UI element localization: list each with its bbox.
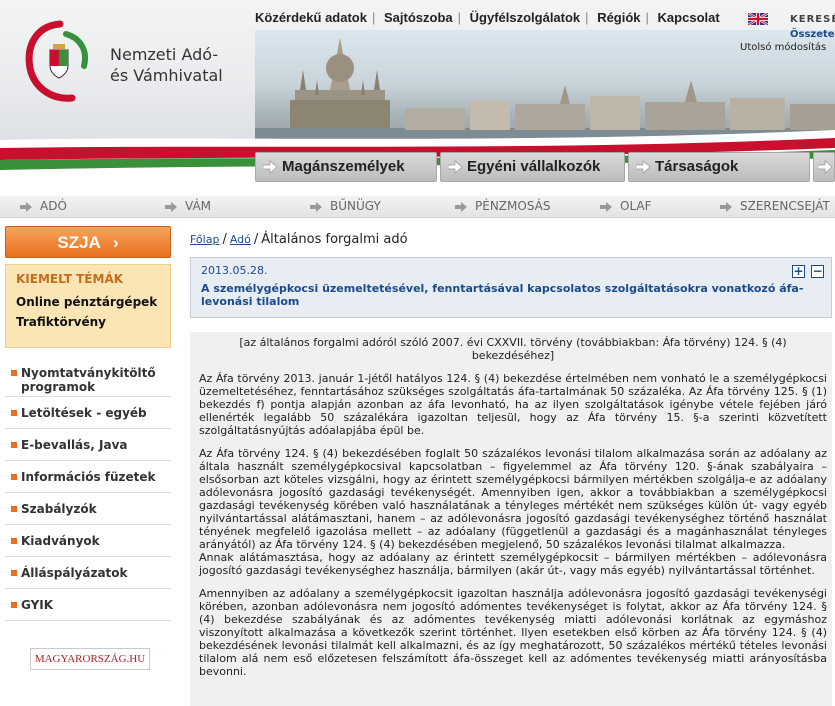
topnav-regiok[interactable]: Régiók [597, 10, 640, 25]
subnav-szerencsejatek[interactable]: SZERENCSEJÁT [720, 199, 830, 213]
tab-egyeni-vallalkozok-label: Egyéni vállalkozók [467, 158, 601, 175]
english-flag-icon[interactable] [748, 13, 768, 25]
article-header-box: 2013.05.28. A személygépkocsi üzemelteté… [190, 257, 832, 318]
arrow-right-icon [818, 160, 832, 174]
bullet-icon [11, 370, 17, 376]
bullet-icon [11, 442, 17, 448]
sidebar-item-gyik[interactable]: GYIK [5, 589, 171, 621]
breadcrumb-ado[interactable]: Adó [230, 233, 251, 246]
bullet-icon [11, 474, 17, 480]
collapse-icon[interactable]: − [811, 265, 824, 278]
arrow-right-icon [600, 202, 612, 212]
sidebar-item-label: Nyomtatványkitöltő programok [21, 366, 156, 394]
subnav-penzmosas[interactable]: PÉNZMOSÁS [455, 199, 550, 213]
bullet-icon [11, 538, 17, 544]
sidebar-item-label: Szabályzók [21, 502, 97, 516]
arrow-right-icon [165, 202, 177, 212]
search-label: KERESÉ [790, 14, 835, 25]
arrow-right-icon [455, 202, 467, 212]
chevron-right-icon: › [112, 233, 119, 252]
article-date: 2013.05.28. [201, 264, 268, 277]
subnav-olaf[interactable]: OLAF [600, 199, 652, 213]
tab-tarsasagok-label: Társaságok [655, 158, 739, 175]
featured-topics-title: KIEMELT TÉMÁK [16, 272, 124, 286]
arrow-right-icon [720, 202, 732, 212]
tab-maganszemelyek[interactable]: Magánszemélyek [255, 152, 437, 182]
bullet-icon [11, 506, 17, 512]
expand-icon[interactable]: + [792, 265, 805, 278]
arrow-right-icon [636, 160, 650, 174]
sidebar-links: Nyomtatványkitöltő programok Letöltések … [5, 362, 171, 621]
arrow-right-icon [263, 160, 277, 174]
topnav-kozerdeku[interactable]: Közérdekű adatok [255, 10, 367, 25]
featured-link-trafiktorveny[interactable]: Trafiktörvény [16, 315, 170, 329]
article-paragraph: Amennyiben az adóalany a személygépkocsi… [199, 587, 827, 678]
breadcrumb: Főlap / Adó / Általános forgalmi adó [190, 232, 408, 247]
tab-tarsasagok[interactable]: Társaságok [628, 152, 810, 182]
tab-egyeni-vallalkozok[interactable]: Egyéni vállalkozók [440, 152, 625, 182]
sidebar-item-nyomtatvanykitolto[interactable]: Nyomtatványkitöltő programok [5, 362, 171, 397]
subnav-penzmosas-label: PÉNZMOSÁS [475, 199, 551, 213]
sidebar-item-e-bevallas[interactable]: E-bevallás, Java [5, 429, 171, 461]
tab-maganszemelyek-label: Magánszemélyek [282, 158, 405, 175]
bullet-icon [11, 570, 17, 576]
topnav-sajtoszoba[interactable]: Sajtószoba [384, 10, 453, 25]
subnav-ado[interactable]: ADÓ [20, 199, 67, 213]
breadcrumb-current: Általános forgalmi adó [261, 232, 408, 247]
sidebar-item-letoltesek[interactable]: Letöltések - egyéb [5, 397, 171, 429]
arrow-right-icon [310, 202, 322, 212]
subnav-vam[interactable]: VÁM [165, 199, 211, 213]
tab-more[interactable] [813, 152, 835, 182]
subnav-bunugy-label: BŰNÜGY [330, 199, 381, 213]
article-paragraph: Annak alátámasztása, hogy az adóalany az… [199, 551, 827, 577]
sidebar-item-label: Álláspályázatok [21, 566, 128, 580]
nav-logo-icon[interactable] [22, 20, 97, 105]
arrow-right-icon [448, 160, 462, 174]
bullet-icon [11, 410, 17, 416]
sidebar-item-label: Kiadványok [21, 534, 100, 548]
article-body: [az általános forgalmi adóról szóló 2007… [190, 332, 832, 706]
subnav-olaf-label: OLAF [620, 199, 652, 213]
org-name-line1: Nemzeti Adó- [110, 45, 219, 64]
subnav-szerencsejatek-label: SZERENCSEJÁT [740, 199, 830, 213]
subnav-vam-label: VÁM [185, 199, 212, 213]
subnav-bunugy[interactable]: BŰNÜGY [310, 199, 381, 213]
article-paragraph: Az Áfa törvény 124. § (4) bekezdésében f… [199, 447, 827, 551]
topnav-kapcsolat[interactable]: Kapcsolat [658, 10, 720, 25]
featured-link-online-penztargepek[interactable]: Online pénztárgépek [16, 295, 170, 309]
featured-topics-box: KIEMELT TÉMÁK Online pénztárgépek Trafik… [5, 264, 171, 348]
szja-button[interactable]: SZJA › [5, 226, 171, 258]
sidebar-item-szabalyzok[interactable]: Szabályzók [5, 493, 171, 525]
breadcrumb-home[interactable]: Főlap [190, 233, 219, 246]
bullet-icon [11, 602, 17, 608]
article-title: A személygépkocsi üzemeltetésével, fennt… [201, 282, 804, 308]
topnav-ugyfelszolgalatok[interactable]: Ügyfélszolgálatok [470, 10, 581, 25]
szja-label: SZJA [57, 233, 101, 252]
sidebar-item-informacios-fuzetek[interactable]: Információs füzetek [5, 461, 171, 493]
org-name: Nemzeti Adó- és Vámhivatal [110, 44, 223, 86]
sidebar-item-kiadvanyok[interactable]: Kiadványok [5, 525, 171, 557]
search-all-link[interactable]: Összete [790, 29, 835, 40]
article-reference: [az általános forgalmi adóról szóló 2007… [239, 336, 787, 362]
sidebar-item-label: GYIK [21, 598, 54, 612]
sidebar-item-allaspalyazatok[interactable]: Álláspályázatok [5, 557, 171, 589]
article-paragraph: Az Áfa törvény 2013. január 1-jétől hatá… [199, 372, 827, 437]
sidebar-item-label: Információs füzetek [21, 470, 156, 484]
last-modified-label: Utolsó módosítás [740, 42, 827, 53]
secondary-navigation: ADÓ VÁM BŰNÜGY PÉNZMOSÁS OLAF SZERENCSEJ… [0, 196, 835, 218]
arrow-right-icon [20, 202, 32, 212]
org-name-line2: és Vámhivatal [110, 66, 223, 85]
sidebar-item-label: Letöltések - egyéb [21, 406, 147, 420]
magyarorszag-hu-banner[interactable]: MAGYARORSZÁG.HU [30, 648, 150, 670]
sidebar-item-label: E-bevallás, Java [21, 438, 128, 452]
top-navigation: Közérdekű adatok | Sajtószoba | Ügyfélszol… [255, 10, 720, 25]
subnav-ado-label: ADÓ [40, 199, 67, 213]
